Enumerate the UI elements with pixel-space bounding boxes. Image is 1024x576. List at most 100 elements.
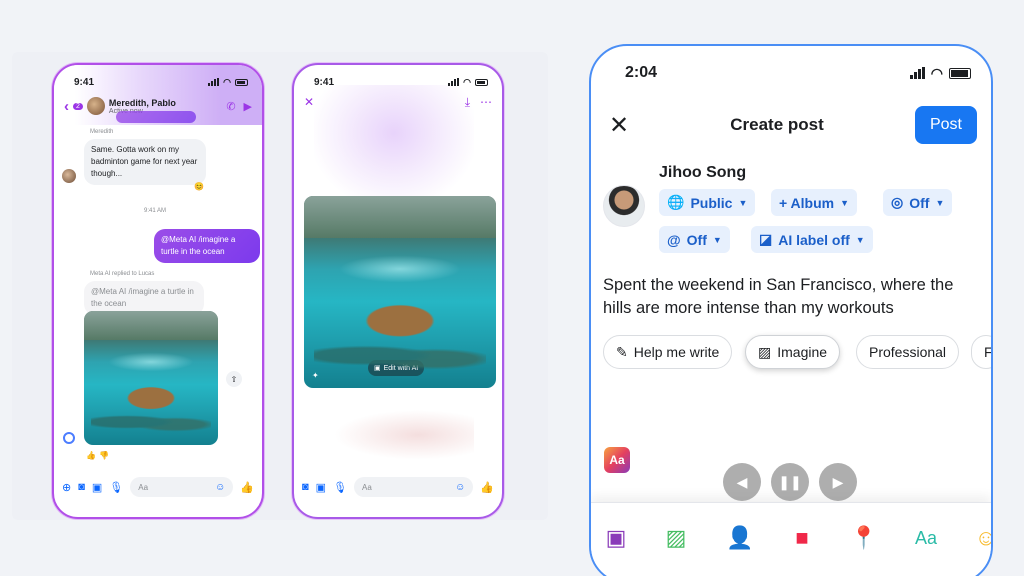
signal-icon	[208, 78, 220, 86]
tag-people-icon[interactable]: 👤	[725, 523, 755, 553]
share-icon[interactable]: ⇧	[226, 371, 242, 387]
more-styles-button[interactable]: F	[971, 335, 993, 369]
chevron-down-icon: ▼	[935, 197, 945, 208]
emoji-icon[interactable]: ☺	[215, 482, 225, 493]
wifi-icon: ◠	[223, 76, 231, 87]
chevron-down-icon: ▼	[855, 234, 865, 245]
viewer-header: ✕ ⤓ ⋯	[304, 95, 492, 110]
status-time: 9:41	[74, 76, 95, 88]
live-video-icon[interactable]: ■	[787, 523, 817, 553]
signal-icon	[909, 67, 925, 79]
instagram-icon: ◎	[891, 194, 904, 210]
like-icon[interactable]: 👍	[240, 481, 254, 494]
gallery-icon[interactable]: ▣	[92, 481, 102, 494]
reactions: 👍 👎	[86, 451, 109, 460]
previous-message-fragment	[116, 111, 196, 123]
reply-note: Meta AI replied to Lucas	[90, 271, 155, 277]
chat-phone: 9:41 ◠ ‹ 2 Meredith, Pablo Active now ✆ …	[52, 63, 264, 519]
more-styles-label: F	[984, 344, 993, 360]
mic-icon[interactable]: 🎙	[333, 481, 347, 494]
composer: ◙ ▣ 🎙 Aa ☺ 👍	[302, 477, 494, 497]
imagine-label: Imagine	[777, 344, 828, 360]
chat-title[interactable]: Meredith, Pablo	[109, 98, 176, 108]
timestamp: 9:41 AM	[144, 208, 167, 214]
message-input[interactable]: Aa ☺	[130, 477, 234, 497]
composer: ⊕ ◙ ▣ 🎙 Aa ☺ 👍	[62, 477, 254, 497]
back-icon[interactable]: ‹	[64, 98, 69, 115]
post-text-input[interactable]: Spent the weekend in San Francisco, wher…	[603, 274, 973, 320]
ai-label-text: AI label off	[778, 231, 850, 248]
close-icon[interactable]: ✕	[304, 95, 314, 110]
user-name: Jihoo Song	[659, 164, 747, 181]
help-me-write-label: Help me write	[633, 344, 720, 360]
status-time: 9:41	[314, 76, 335, 88]
emoji-icon[interactable]: ☺	[455, 482, 465, 493]
professional-label: Professional	[869, 344, 947, 360]
instagram-label: Off	[909, 194, 930, 211]
image-sparkle-icon: ▨	[758, 343, 772, 360]
close-icon[interactable]: ✕	[609, 111, 639, 140]
message-input[interactable]: Aa ☺	[354, 477, 474, 497]
video-call-icon[interactable]: ▶	[244, 100, 252, 113]
wifi-icon: ◠	[463, 76, 471, 87]
threads-label: Off	[686, 231, 707, 248]
ai-image-icon[interactable]: ▣	[601, 523, 631, 553]
text-format-icon[interactable]: Aa	[911, 523, 941, 553]
add-icon[interactable]: ⊕	[62, 481, 71, 494]
sender-avatar	[62, 169, 76, 183]
camera-icon[interactable]: ◙	[302, 481, 309, 493]
like-icon[interactable]: 👍	[480, 481, 494, 494]
audience-selector[interactable]: 🌐 Public ▼	[659, 189, 756, 216]
pencil-sparkle-icon: ✎	[616, 343, 628, 360]
download-icon[interactable]: ⤓	[465, 95, 470, 110]
incoming-message[interactable]: Same. Gotta work on my badminton game fo…	[84, 139, 206, 185]
album-selector[interactable]: + Album ▼	[771, 189, 858, 216]
ai-label-icon: ◪	[759, 231, 773, 247]
attachment-tray: ▣ ▨ 👤 ■ 📍 Aa ☺	[591, 502, 991, 576]
pause-button[interactable]: ❚❚	[771, 463, 809, 501]
more-icon[interactable]: ⋯	[480, 95, 492, 110]
message-placeholder: Aa	[362, 482, 372, 492]
threads-share-toggle[interactable]: @ Off ▼	[659, 226, 730, 253]
chevron-down-icon: ▼	[738, 197, 748, 208]
album-label: + Album	[779, 194, 835, 211]
group-avatar[interactable]	[86, 97, 105, 115]
gallery-icon[interactable]: ▣	[316, 481, 326, 494]
mic-icon[interactable]: 🎙	[109, 481, 123, 494]
phone-call-icon[interactable]: ✆	[226, 100, 235, 113]
previous-button[interactable]: ◀	[723, 463, 761, 501]
imagine-button[interactable]: ▨ Imagine	[745, 335, 841, 369]
instagram-share-toggle[interactable]: ◎ Off ▼	[883, 189, 953, 216]
thumbs-up-icon[interactable]: 👍	[86, 451, 96, 460]
generated-turtle-image[interactable]	[84, 311, 218, 445]
page-title: Create post	[730, 115, 824, 134]
photo-icon[interactable]: ▨	[661, 523, 691, 553]
sparkle-icon: ✦	[312, 371, 319, 380]
status-time: 2:04	[625, 64, 658, 81]
chevron-down-icon: ▼	[840, 197, 850, 208]
text-style-button[interactable]: Aa	[604, 447, 630, 473]
next-button[interactable]: ▶	[819, 463, 857, 501]
help-me-write-button[interactable]: ✎ Help me write	[603, 335, 733, 369]
message-placeholder: Aa	[138, 482, 149, 492]
audience-label: Public	[690, 194, 733, 211]
outgoing-message[interactable]: @Meta AI /imagine a turtle in the ocean	[154, 229, 260, 263]
reaction-emoji-icon: 😊	[194, 182, 204, 191]
post-button[interactable]: Post	[915, 106, 977, 144]
globe-icon: 🌐	[667, 194, 685, 210]
sender-name: Meredith	[90, 129, 114, 135]
generated-turtle-image-large[interactable]: ✦ ▣ Edit with AI	[304, 196, 496, 388]
edit-with-ai-button[interactable]: ▣ Edit with AI	[368, 360, 425, 376]
location-icon[interactable]: 📍	[849, 523, 879, 553]
wifi-icon: ◠	[930, 64, 943, 81]
threads-icon: @	[667, 231, 681, 248]
emoji-icon[interactable]: ☺	[971, 523, 991, 553]
ai-label-toggle[interactable]: ◪ AI label off ▼	[751, 226, 873, 253]
signal-icon	[448, 78, 460, 86]
unread-count: 2	[73, 102, 83, 110]
thumbs-down-icon[interactable]: 👎	[99, 451, 109, 460]
status-bar: 2:04 ◠	[625, 64, 971, 82]
camera-icon[interactable]: ◙	[78, 481, 85, 493]
professional-button[interactable]: Professional	[856, 335, 960, 369]
edit-with-ai-label: Edit with AI	[383, 364, 419, 372]
